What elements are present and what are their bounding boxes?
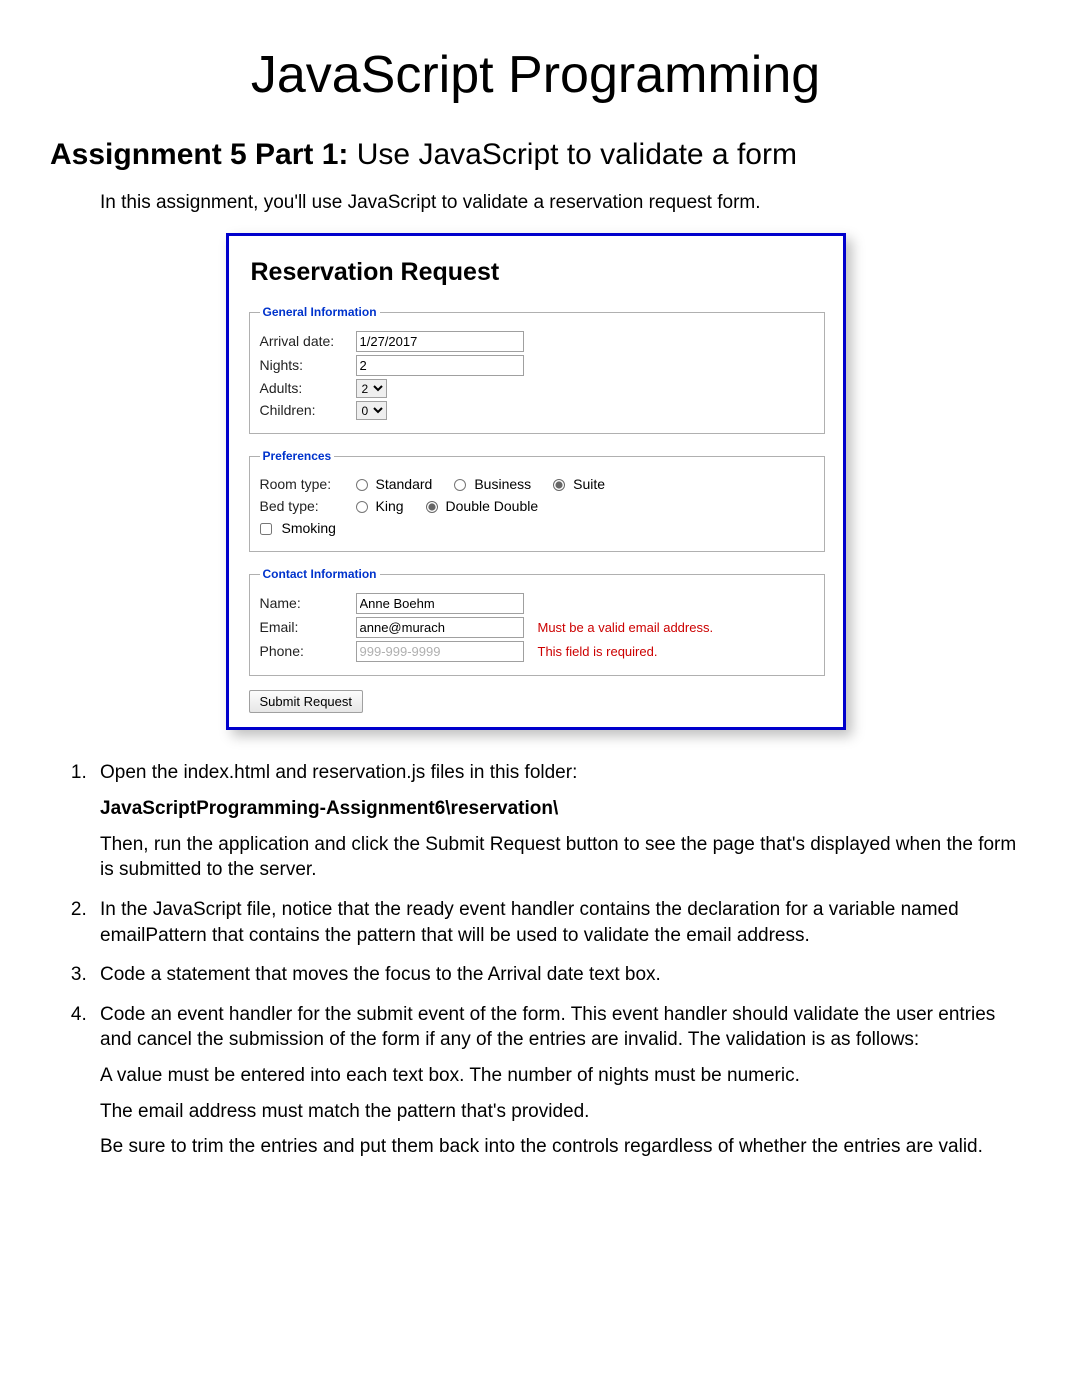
form-heading: Reservation Request [251,256,825,290]
step-1-text-a: Open the index.html and reservation.js f… [100,762,577,783]
phone-label: Phone: [260,642,350,661]
intro-text: In this assignment, you'll use JavaScrip… [100,190,1021,216]
step-2: In the JavaScript file, notice that the … [92,897,1021,948]
adults-select[interactable]: 2 [356,379,387,398]
assignment-heading-rest: Use JavaScript to validate a form [348,138,797,171]
room-business-label: Business [474,475,531,494]
fieldset-general: General Information Arrival date: Nights… [249,304,825,434]
step-4-text-d: Be sure to trim the entries and put them… [100,1134,1021,1160]
children-select[interactable]: 0 [356,401,387,420]
room-suite-label: Suite [573,475,605,494]
step-1-text-c: Then, run the application and click the … [100,832,1021,883]
email-error: Must be a valid email address. [538,619,714,637]
fieldset-contact: Contact Information Name: Email: Must be… [249,566,825,676]
room-standard-radio[interactable] [356,479,368,491]
arrival-date-input[interactable] [356,331,524,352]
legend-general: General Information [260,304,380,320]
arrival-date-label: Arrival date: [260,332,350,351]
roomtype-group: Standard Business Suite [356,475,624,494]
legend-preferences: Preferences [260,448,335,464]
step-4-text-c: The email address must match the pattern… [100,1099,1021,1125]
step-1-path: JavaScriptProgramming-Assignment6\reserv… [100,796,1021,822]
smoking-checkbox[interactable] [260,523,272,535]
fieldset-preferences: Preferences Room type: Standard Business… [249,448,825,552]
children-label: Children: [260,401,350,420]
step-3: Code a statement that moves the focus to… [92,962,1021,988]
phone-input[interactable] [356,641,524,662]
instruction-list: Open the index.html and reservation.js f… [50,760,1021,1160]
room-standard-label: Standard [376,475,433,494]
submit-request-button[interactable]: Submit Request [249,690,364,713]
bed-double-label: Double Double [446,497,539,516]
bed-double-radio[interactable] [426,501,438,513]
reservation-form-screenshot: Reservation Request General Information … [226,233,846,730]
phone-error: This field is required. [538,643,658,661]
assignment-heading: Assignment 5 Part 1: Use JavaScript to v… [50,135,1021,176]
bed-king-label: King [376,497,404,516]
legend-contact: Contact Information [260,566,380,582]
bedtype-label: Bed type: [260,497,350,516]
name-label: Name: [260,594,350,613]
assignment-heading-bold: Assignment 5 Part 1: [50,138,348,171]
step-4-text-a: Code an event handler for the submit eve… [100,1004,995,1051]
name-input[interactable] [356,593,524,614]
room-suite-radio[interactable] [553,479,565,491]
email-label: Email: [260,618,350,637]
step-1: Open the index.html and reservation.js f… [92,760,1021,883]
email-input[interactable] [356,617,524,638]
smoking-label: Smoking [282,519,336,538]
adults-label: Adults: [260,379,350,398]
bedtype-group: King Double Double [356,497,557,516]
step-4: Code an event handler for the submit eve… [92,1002,1021,1160]
nights-label: Nights: [260,356,350,375]
page-title: JavaScript Programming [50,40,1021,110]
room-business-radio[interactable] [454,479,466,491]
bed-king-radio[interactable] [356,501,368,513]
step-4-text-b: A value must be entered into each text b… [100,1063,1021,1089]
nights-input[interactable] [356,355,524,376]
roomtype-label: Room type: [260,475,350,494]
